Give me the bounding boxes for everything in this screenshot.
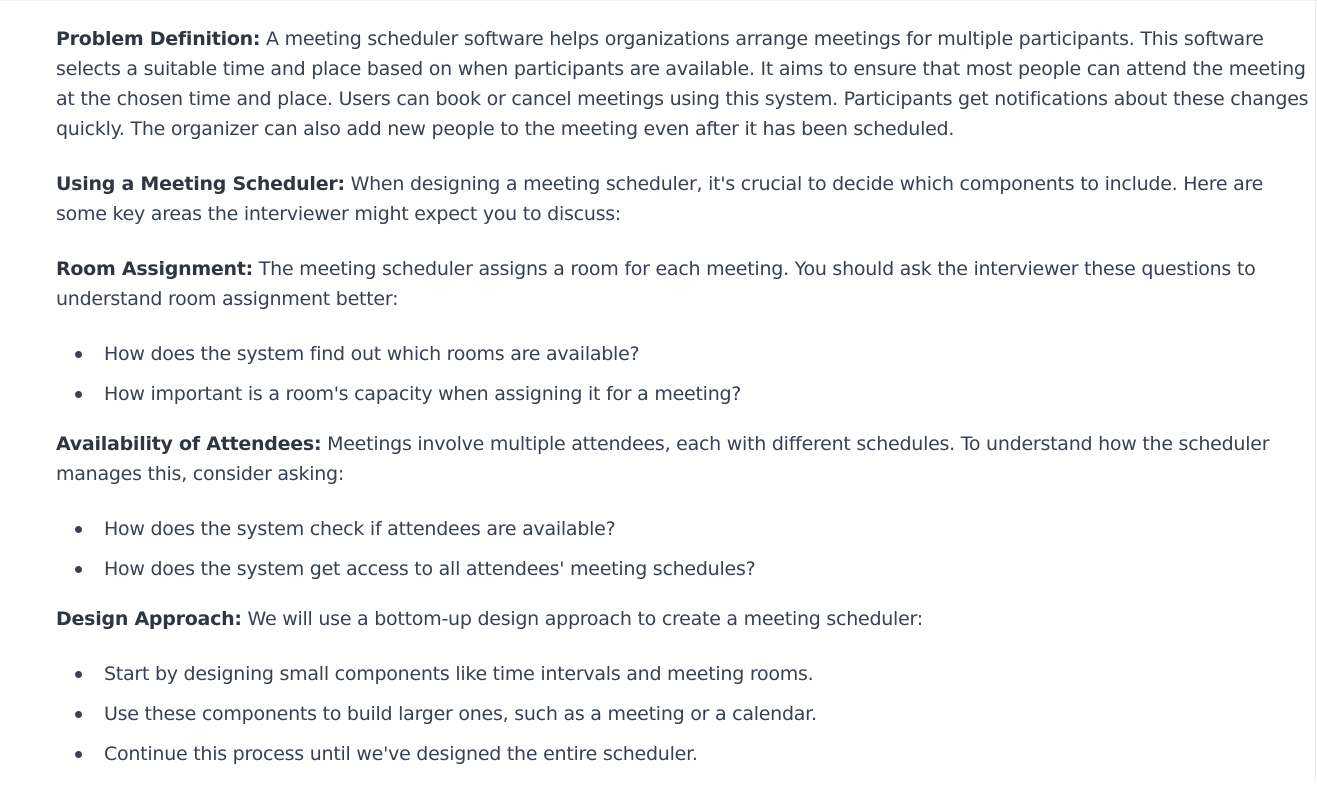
top-divider: [0, 0, 1317, 1]
list-item: How does the system find out which rooms…: [56, 339, 1314, 369]
design-approach-text: We will use a bottom-up design approach …: [241, 608, 924, 630]
attendee-availability-paragraph: Availability of Attendees: Meetings invo…: [56, 429, 1314, 489]
room-assignment-label: Room Assignment:: [56, 258, 254, 280]
design-approach-paragraph: Design Approach: We will use a bottom-up…: [56, 604, 1314, 634]
problem-definition-label: Problem Definition:: [56, 28, 261, 50]
design-approach-list: Start by designing small components like…: [56, 659, 1314, 769]
list-item: Use these components to build larger one…: [56, 699, 1314, 729]
list-item: How important is a room's capacity when …: [56, 379, 1314, 409]
design-approach-label: Design Approach:: [56, 608, 242, 630]
attendee-availability-list: How does the system check if attendees a…: [56, 514, 1314, 584]
article-body: Problem Definition: A meeting scheduler …: [56, 24, 1314, 789]
attendee-availability-label: Availability of Attendees:: [56, 433, 322, 455]
list-item: Start by designing small components like…: [56, 659, 1314, 689]
room-assignment-paragraph: Room Assignment: The meeting scheduler a…: [56, 254, 1314, 314]
list-item: How does the system get access to all at…: [56, 554, 1314, 584]
using-scheduler-paragraph: Using a Meeting Scheduler: When designin…: [56, 169, 1314, 229]
scrollbar-track[interactable]: [1315, 0, 1316, 782]
using-scheduler-label: Using a Meeting Scheduler:: [56, 173, 345, 195]
room-assignment-list: How does the system find out which rooms…: [56, 339, 1314, 409]
list-item: How does the system check if attendees a…: [56, 514, 1314, 544]
problem-definition-paragraph: Problem Definition: A meeting scheduler …: [56, 24, 1314, 144]
list-item: Continue this process until we've design…: [56, 739, 1314, 769]
